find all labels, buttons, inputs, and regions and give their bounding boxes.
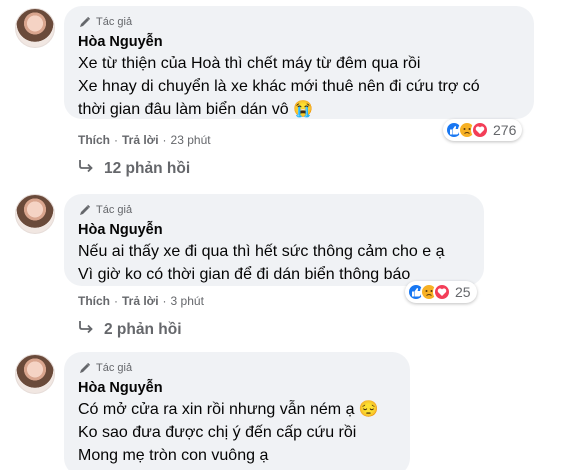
comment-line: Xe từ thiện của Hoà thì chết máy từ đêm … <box>78 55 421 72</box>
avatar[interactable] <box>15 354 55 394</box>
comment-line: Nếu ai thấy xe đi qua thì hết sức thông … <box>78 243 445 260</box>
reaction-summary[interactable]: 276 <box>443 119 523 141</box>
view-replies-button[interactable]: 12 phản hồi <box>78 159 190 178</box>
pen-icon <box>78 362 91 375</box>
comment-bubble: Tác giả Hòa Nguyễn Nếu ai thấy xe đi qua… <box>64 194 484 286</box>
author-badge-label: Tác giả <box>96 16 133 28</box>
author-badge-label: Tác giả <box>96 362 133 374</box>
pen-icon <box>78 16 91 29</box>
replies-label: 2 phản hồi <box>104 320 182 338</box>
comment-line: Xe hnay di chuyển là xe khác mới thuê nê… <box>78 78 480 95</box>
view-replies-button[interactable]: 2 phản hồi <box>78 320 182 339</box>
author-badge: Tác giả <box>78 15 521 29</box>
separator: · <box>114 294 118 308</box>
comment-bubble: Tác giả Hòa Nguyễn Có mở cửa ra xin rồi … <box>64 352 410 470</box>
reply-arrow-icon <box>78 159 94 178</box>
replies-label: 12 phản hồi <box>104 159 191 177</box>
reply-link[interactable]: Trả lời <box>122 294 159 308</box>
avatar[interactable] <box>15 8 55 48</box>
author-badge-label: Tác giả <box>96 204 133 216</box>
author-badge: Tác giả <box>78 203 471 217</box>
comment-line: Ko sao đưa được chị ý đến cấp cứu rồi <box>78 424 357 441</box>
author-name[interactable]: Hòa Nguyễn <box>78 379 397 398</box>
author-badge: Tác giả <box>78 361 397 375</box>
comment-bubble: Tác giả Hòa Nguyễn Xe từ thiện của Hoà t… <box>64 6 534 119</box>
author-name[interactable]: Hòa Nguyễn <box>78 33 521 52</box>
reaction-count: 276 <box>493 122 517 138</box>
author-name[interactable]: Hòa Nguyễn <box>78 221 471 240</box>
avatar[interactable] <box>15 194 55 234</box>
pen-icon <box>78 204 91 217</box>
comment-line: Có mở cửa ra xin rồi nhưng vẫn ném ạ 😔 <box>78 401 379 418</box>
like-link[interactable]: Thích <box>78 294 110 308</box>
reply-link[interactable]: Trả lời <box>122 133 159 147</box>
comment-actions: Thích · Trả lời · 3 phút <box>78 294 204 308</box>
separator: · <box>162 294 167 308</box>
comment-actions: Thích · Trả lời · 23 phút <box>78 133 211 147</box>
like-link[interactable]: Thích <box>78 133 110 147</box>
comment-line: Mong mẹ tròn con vuông ạ <box>78 447 269 464</box>
love-reaction-icon <box>433 283 451 301</box>
reaction-summary[interactable]: 25 <box>405 281 477 303</box>
reply-arrow-icon <box>78 320 94 339</box>
reaction-count: 25 <box>455 284 471 300</box>
timestamp[interactable]: 23 phút <box>171 133 211 147</box>
comment-line: thời gian đâu làm biển dán vô 😭 <box>78 101 313 118</box>
separator: · <box>162 133 167 147</box>
separator: · <box>114 133 118 147</box>
love-reaction-icon <box>471 121 489 139</box>
timestamp[interactable]: 3 phút <box>171 294 204 308</box>
